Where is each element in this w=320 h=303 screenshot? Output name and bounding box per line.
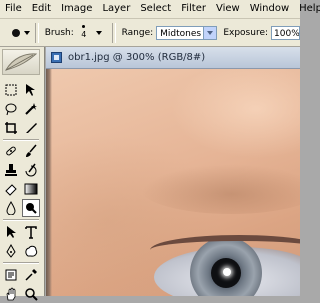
pen-icon[interactable] xyxy=(2,242,20,260)
divider xyxy=(3,219,39,221)
blur-icon[interactable] xyxy=(2,199,20,217)
eyebrow-shadow xyxy=(141,164,300,214)
divider xyxy=(111,22,116,43)
eye-highlight xyxy=(223,268,231,276)
range-select[interactable]: Midtones xyxy=(156,25,218,40)
notes-icon[interactable] xyxy=(2,266,20,284)
brush-size: 4 xyxy=(81,29,87,39)
move-icon[interactable] xyxy=(22,81,40,99)
document-title: obr1.jpg @ 300% (RGB/8#) xyxy=(68,52,206,63)
brush-picker[interactable]: 4 xyxy=(76,21,92,45)
menu-view[interactable]: View xyxy=(211,0,245,18)
exposure-input[interactable]: 100% xyxy=(271,25,300,40)
type-icon[interactable] xyxy=(22,223,40,241)
divider xyxy=(3,262,39,264)
magic-wand-icon[interactable] xyxy=(22,100,40,118)
eraser-icon[interactable] xyxy=(2,180,20,198)
options-bar: Brush: 4 Range: Midtones Exposure: 100% xyxy=(0,19,300,47)
menu-select[interactable]: Select xyxy=(135,0,176,18)
marquee-icon[interactable] xyxy=(2,81,20,99)
eyedropper-icon[interactable] xyxy=(22,266,40,284)
path-selection-icon[interactable] xyxy=(2,223,20,241)
chevron-down-icon[interactable] xyxy=(203,26,217,39)
exposure-label: Exposure: xyxy=(223,27,269,38)
menu-image[interactable]: Image xyxy=(56,0,97,18)
menu-bar: File Edit Image Layer Select Filter View… xyxy=(0,0,320,19)
canvas-left-edge xyxy=(46,69,52,296)
crop-icon[interactable] xyxy=(2,119,20,137)
document-window: obr1.jpg @ 300% (RGB/8#) xyxy=(46,47,300,296)
menu-filter[interactable]: Filter xyxy=(176,0,211,18)
history-brush-icon[interactable] xyxy=(22,161,40,179)
adobe-feather-logo[interactable] xyxy=(2,49,40,75)
gradient-icon[interactable] xyxy=(22,180,40,198)
shape-icon[interactable] xyxy=(22,242,40,260)
healing-brush-icon[interactable] xyxy=(2,142,20,160)
menu-window[interactable]: Window xyxy=(245,0,294,18)
hand-icon[interactable] xyxy=(2,285,20,303)
burn-tool-icon xyxy=(12,28,20,37)
chevron-down-icon[interactable] xyxy=(95,30,102,35)
range-value: Midtones xyxy=(160,28,202,39)
divider xyxy=(34,22,39,43)
menu-file[interactable]: File xyxy=(0,0,27,18)
menu-edit[interactable]: Edit xyxy=(27,0,56,18)
burn-icon[interactable] xyxy=(22,199,40,217)
image-canvas[interactable] xyxy=(46,69,300,296)
clone-stamp-icon[interactable] xyxy=(2,161,20,179)
menu-help[interactable]: Help xyxy=(294,0,320,18)
brush-label: Brush: xyxy=(44,27,74,38)
feather-icon xyxy=(4,53,38,71)
upper-eyelid xyxy=(150,235,300,265)
brush-icon[interactable] xyxy=(22,142,40,160)
slice-icon[interactable] xyxy=(22,119,40,137)
range-label: Range: xyxy=(121,27,154,38)
zoom-icon[interactable] xyxy=(22,285,40,303)
lasso-icon[interactable] xyxy=(2,100,20,118)
chevron-down-icon xyxy=(24,30,30,35)
document-titlebar[interactable]: obr1.jpg @ 300% (RGB/8#) xyxy=(46,47,300,69)
tool-preset-picker[interactable] xyxy=(4,22,30,44)
divider xyxy=(3,139,39,141)
menu-layer[interactable]: Layer xyxy=(97,0,135,18)
photoshop-document-icon xyxy=(51,52,62,63)
toolbox xyxy=(0,47,45,301)
brush-tip-icon xyxy=(82,24,86,28)
